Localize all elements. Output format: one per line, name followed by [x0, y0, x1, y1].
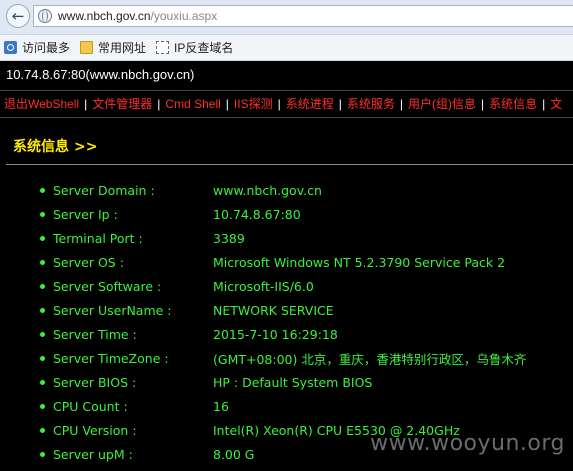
- menu-system-processes[interactable]: 系统进程: [286, 97, 334, 111]
- info-label: Server Domain :: [53, 182, 155, 198]
- menu-separator: |: [338, 97, 342, 111]
- menu-separator: |: [542, 97, 546, 111]
- menu-system-info[interactable]: 系统信息: [489, 97, 537, 111]
- info-row-server-software: Server Software : Microsoft-IIS/6.0: [40, 274, 573, 298]
- folder-icon: [80, 41, 94, 54]
- favorite-label: 访问最多: [22, 41, 71, 55]
- info-label: Server BIOS :: [53, 374, 137, 390]
- back-arrow-icon: ←: [11, 7, 25, 25]
- info-label: Server Time :: [53, 326, 137, 342]
- info-label: Server UserName :: [53, 302, 172, 318]
- section-arrows: >>: [74, 139, 98, 155]
- info-label: Server OS :: [53, 254, 124, 270]
- section-title-text: 系统信息: [13, 139, 69, 155]
- info-value: 8.00 G: [213, 446, 255, 462]
- menu-iis-probe[interactable]: IIS探测: [234, 97, 273, 111]
- info-value: Microsoft Windows NT 5.2.3790 Service Pa…: [213, 254, 506, 270]
- info-value: 3389: [213, 230, 245, 246]
- favorite-ip-lookup[interactable]: IP反查域名: [156, 39, 233, 56]
- info-label: Server Ip :: [53, 206, 118, 222]
- watermark: www.wooyun.org: [370, 431, 565, 456]
- bullet-icon: [40, 403, 45, 409]
- bullet-icon: [40, 235, 45, 241]
- menu-user-group-info[interactable]: 用户(组)信息: [408, 97, 476, 111]
- info-label: Terminal Port :: [53, 230, 143, 246]
- info-row-server-bios: Server BIOS : HP : Default System BIOS: [40, 370, 573, 394]
- info-row-server-domain: Server Domain : www.nbch.gov.cn: [40, 178, 573, 202]
- info-row-server-ip: Server Ip : 10.74.8.67:80: [40, 202, 573, 226]
- bullet-icon: [40, 451, 45, 457]
- bullet-icon: [40, 307, 45, 313]
- url-text: www.nbch.gov.cn/youxiu.aspx: [58, 9, 217, 23]
- menu-separator: |: [481, 97, 485, 111]
- menu-system-services[interactable]: 系统服务: [347, 97, 395, 111]
- info-label: CPU Count :: [53, 398, 128, 414]
- info-label: CPU Version :: [53, 422, 137, 438]
- info-value: NETWORK SERVICE: [213, 302, 334, 318]
- favorite-label: IP反查域名: [174, 41, 234, 55]
- menu-separator: |: [277, 97, 281, 111]
- menu-truncated[interactable]: 文: [550, 97, 562, 111]
- info-row-terminal-port: Terminal Port : 3389: [40, 226, 573, 250]
- bullet-icon: [40, 379, 45, 385]
- most-visited-icon: [4, 41, 17, 54]
- menu-cmd-shell[interactable]: Cmd Shell: [165, 97, 220, 111]
- info-row-server-timezone: Server TimeZone : (GMT+08:00) 北京，重庆，香港特别行…: [40, 346, 573, 370]
- divider: [6, 164, 573, 165]
- bullet-icon: [40, 331, 45, 337]
- info-value: Microsoft-IIS/6.0: [213, 278, 314, 294]
- bullet-icon: [40, 427, 45, 433]
- favorite-common-sites[interactable]: 常用网址: [80, 39, 146, 56]
- url-input[interactable]: www.nbch.gov.cn/youxiu.aspx: [33, 5, 573, 27]
- info-value: 2015-7-10 16:29:18: [213, 326, 338, 342]
- webshell-menu: 退出WebShell | 文件管理器 | Cmd Shell | IIS探测 | 系统进程 | 系统…: [0, 90, 573, 118]
- page-icon: [156, 41, 170, 54]
- info-value: www.nbch.gov.cn: [213, 182, 322, 198]
- info-value: HP : Default System BIOS: [213, 374, 373, 390]
- info-label: Server Software :: [53, 278, 162, 294]
- address-bar: ← www.nbch.gov.cn/youxiu.aspx: [0, 0, 573, 35]
- menu-separator: |: [157, 97, 161, 111]
- menu-separator: |: [399, 97, 403, 111]
- menu-file-manager[interactable]: 文件管理器: [92, 97, 152, 111]
- system-info-list: Server Domain : www.nbch.gov.cn Server Ip…: [40, 178, 573, 466]
- globe-icon: [38, 9, 52, 23]
- favorites-bar: 访问最多 常用网址 IP反查域名: [0, 35, 573, 61]
- menu-separator: |: [225, 97, 229, 111]
- info-row-server-time: Server Time : 2015-7-10 16:29:18: [40, 322, 573, 346]
- url-host: www.nbch.gov.cn: [58, 9, 151, 23]
- info-value: 16: [213, 398, 229, 414]
- url-path: /youxiu.aspx: [150, 9, 218, 23]
- bullet-icon: [40, 187, 45, 193]
- bullet-icon: [40, 259, 45, 265]
- menu-logout-webshell[interactable]: 退出WebShell: [4, 97, 79, 111]
- info-row-server-username: Server UserName : NETWORK SERVICE: [40, 298, 573, 322]
- server-address-line: 10.74.8.67:80(www.nbch.gov.cn): [0, 61, 573, 89]
- back-button[interactable]: ←: [6, 4, 30, 28]
- info-label: Server TimeZone :: [53, 350, 169, 366]
- favorite-label: 常用网址: [98, 41, 147, 55]
- menu-separator: |: [84, 97, 88, 111]
- bullet-icon: [40, 211, 45, 217]
- info-label: Server upM :: [53, 446, 133, 462]
- bullet-icon: [40, 355, 45, 361]
- info-value: (GMT+08:00) 北京，重庆，香港特别行政区，乌鲁木齐: [213, 351, 527, 367]
- info-row-cpu-count: CPU Count : 16: [40, 394, 573, 418]
- info-value: 10.74.8.67:80: [213, 206, 301, 222]
- section-title: 系统信息 >>: [13, 136, 97, 156]
- bullet-icon: [40, 283, 45, 289]
- favorite-most-visited[interactable]: 访问最多: [4, 39, 70, 56]
- info-row-server-os: Server OS : Microsoft Windows NT 5.2.3790…: [40, 250, 573, 274]
